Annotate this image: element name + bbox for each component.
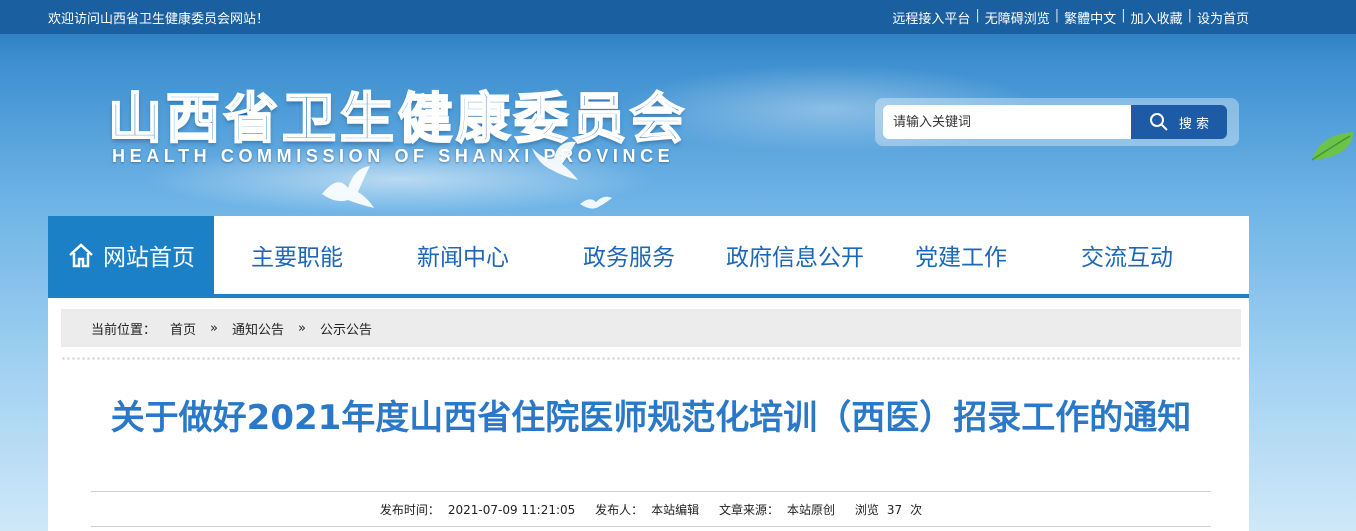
publish-time: 发布时间： 2021-07-09 11:21:05	[376, 503, 579, 517]
breadcrumb-notices[interactable]: 通知公告	[232, 319, 284, 338]
home-icon	[67, 242, 95, 268]
nav-item-home[interactable]: 网站首页	[48, 216, 214, 294]
views-label: 浏览	[854, 503, 879, 517]
views-value: 37	[886, 503, 903, 517]
publish-time-value: 2021-07-09 11:21:05	[447, 503, 576, 517]
site-title: 山西省卫生健康委员会	[107, 86, 688, 151]
search-icon	[1149, 113, 1168, 131]
add-favorite-link[interactable]: 加入收藏	[1131, 8, 1183, 27]
welcome-text: 欢迎访问山西省卫生健康委员会网站！	[48, 12, 270, 27]
breadcrumb-home[interactable]: 首页	[170, 319, 196, 338]
nav-item-party[interactable]: 党建工作	[878, 216, 1044, 294]
article-meta: 发布时间： 2021-07-09 11:21:05 发布人： 本站编辑 文章来源： 本…	[91, 501, 1211, 518]
remote-access-link[interactable]: 远程接入平台	[892, 8, 970, 27]
nav-item-news[interactable]: 新闻中心	[380, 216, 546, 294]
article-title: 关于做好2021年度山西省住院医师规范化培训（西医）招录工作的通知	[110, 398, 1192, 438]
breadcrumb-label: 当前位置：	[91, 322, 157, 338]
breadcrumb-separator: »	[210, 320, 218, 336]
site-subtitle: HEALTH COMMISSION OF SHANXI PROVINCE	[112, 146, 675, 166]
dove-icon	[322, 166, 374, 208]
view-count: 浏览 37 次	[851, 503, 926, 517]
top-links: 远程接入平台 | 无障碍浏览 | 繁體中文 | 加入收藏 | 设为首页	[892, 8, 1249, 27]
dove-icon	[532, 141, 578, 180]
content-panel: 网站首页 主要职能 新闻中心 政务服务 政府信息公开 党建工作 交流互动 当前位…	[48, 216, 1249, 531]
views-unit: 次	[910, 503, 923, 517]
breadcrumb: 当前位置： 首页 » 通知公告 » 公示公告	[61, 309, 1241, 347]
main-nav: 网站首页 主要职能 新闻中心 政务服务 政府信息公开 党建工作 交流互动	[48, 216, 1249, 298]
search-box: 搜 索	[875, 98, 1239, 146]
source-label: 文章来源：	[718, 503, 779, 517]
meta-divider	[91, 526, 1211, 527]
breadcrumb-announcements[interactable]: 公示公告	[320, 319, 372, 338]
nav-item-functions[interactable]: 主要职能	[214, 216, 380, 294]
search-button[interactable]: 搜 索	[1131, 105, 1227, 139]
meta-divider	[91, 491, 1211, 492]
search-input[interactable]	[883, 105, 1131, 139]
publisher-value: 本站编辑	[651, 503, 700, 517]
set-homepage-link[interactable]: 设为首页	[1197, 8, 1249, 27]
nav-item-gov-info[interactable]: 政府信息公开	[712, 216, 878, 294]
accessibility-link[interactable]: 无障碍浏览	[985, 8, 1050, 27]
link-separator: |	[975, 8, 980, 23]
top-bar: 欢迎访问山西省卫生健康委员会网站！ 远程接入平台 | 无障碍浏览 | 繁體中文 …	[0, 0, 1356, 34]
search-button-label: 搜 索	[1178, 116, 1210, 132]
traditional-chinese-link[interactable]: 繁體中文	[1064, 8, 1116, 27]
leaf-icon	[1311, 132, 1354, 161]
source-value: 本站原创	[787, 503, 836, 517]
dotted-divider	[61, 356, 1241, 362]
link-separator: |	[1187, 8, 1192, 23]
link-separator: |	[1054, 8, 1060, 23]
nav-item-label: 网站首页	[103, 245, 195, 271]
breadcrumb-separator: »	[298, 320, 306, 336]
link-separator: |	[1121, 8, 1126, 23]
publisher-label: 发布人：	[595, 503, 644, 517]
nav-item-interaction[interactable]: 交流互动	[1044, 216, 1210, 294]
dove-icon	[580, 196, 612, 209]
nav-item-services[interactable]: 政务服务	[546, 216, 712, 294]
site-header: 山西省卫生健康委员会 HEALTH COMMISSION OF SHANXI P…	[0, 34, 1356, 216]
publish-time-label: 发布时间：	[379, 503, 440, 517]
source: 文章来源： 本站原创	[715, 503, 839, 517]
publisher: 发布人： 本站编辑	[591, 503, 703, 517]
